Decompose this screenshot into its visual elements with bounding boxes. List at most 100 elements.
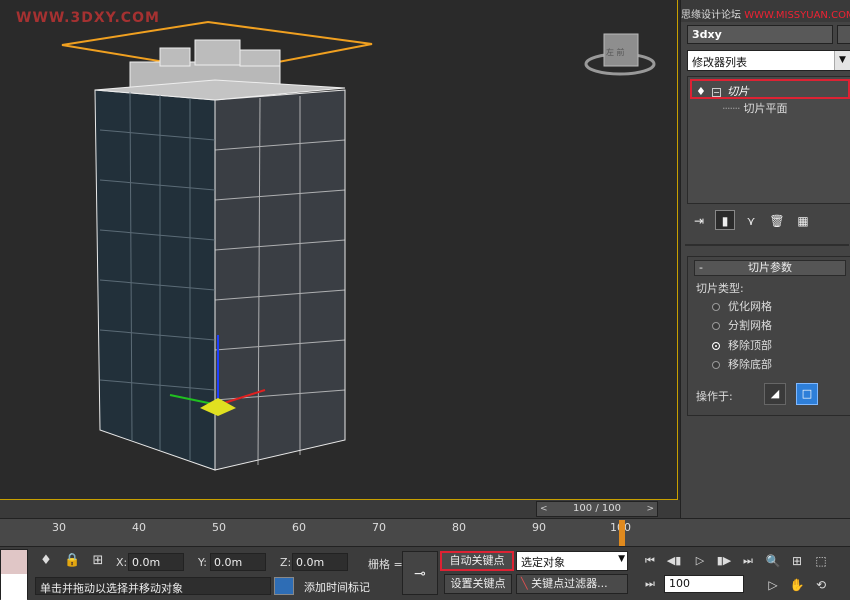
pin-stack-icon[interactable]: ⇥: [689, 211, 709, 231]
tree-line: ·······: [722, 102, 741, 115]
building-right-facade: [214, 89, 346, 471]
key-filters-button[interactable]: ╲ 关键点过滤器...: [516, 574, 628, 594]
play-icon[interactable]: ▷: [690, 551, 710, 571]
time-cursor[interactable]: [619, 520, 625, 546]
radio-dot-selected: [712, 342, 720, 350]
rollout-header[interactable]: - 切片参数: [694, 260, 846, 276]
chevron-down-icon: ▼: [618, 554, 625, 564]
grid-label: 栅格 =: [368, 558, 403, 571]
modifier-list-label: 修改器列表: [692, 56, 747, 69]
slice-type-label: 切片类型:: [696, 282, 744, 295]
key-selection-dropdown[interactable]: 选定对象 ▼: [516, 551, 628, 571]
stack-subitem-slice-plane[interactable]: ······· 切片平面: [722, 100, 787, 116]
chevron-down-icon: ▼: [834, 51, 850, 70]
track-bar[interactable]: 30 40 50 60 70 80 90 100: [0, 518, 850, 546]
time-slider-label: 100 / 100: [573, 503, 621, 514]
prev-frame-arrow[interactable]: <: [540, 502, 548, 516]
watermark-part1: 思缘设计论坛: [681, 10, 741, 21]
tick-label: 40: [132, 521, 146, 534]
key-filter-icon: ╲: [521, 577, 528, 590]
radio-dot: [712, 361, 720, 369]
configure-modifier-sets-icon[interactable]: ▦: [793, 211, 813, 231]
roof-block: [159, 47, 191, 67]
tick-label: 80: [452, 521, 466, 534]
field-of-view-icon[interactable]: ▷: [764, 576, 782, 594]
auto-key-button[interactable]: 自动关键点: [440, 551, 514, 571]
goto-end-icon[interactable]: ⏭: [738, 551, 758, 571]
operate-on-label: 操作于:: [696, 390, 733, 403]
panel-tabs[interactable]: 思缘设计论坛 WWW.MISSYUAN.COM: [681, 0, 850, 22]
listener-output[interactable]: [1, 574, 27, 600]
zoom-all-icon[interactable]: ⊞: [788, 552, 806, 570]
modifier-list-dropdown[interactable]: 修改器列表 ▼: [687, 50, 850, 71]
operate-on-face-button[interactable]: ◢: [764, 383, 786, 405]
show-end-result-icon[interactable]: ▮: [715, 210, 735, 230]
make-unique-icon[interactable]: ⋎: [741, 211, 761, 231]
panel-divider: [685, 244, 849, 246]
stack-item-label: 切片: [727, 85, 749, 98]
orbit-icon[interactable]: ⟲: [812, 576, 830, 594]
time-slider-track: < 100 / 100 >: [0, 500, 680, 518]
perspective-viewport[interactable]: WWW.3DXY.COM 左 前: [0, 0, 678, 500]
tick-label: 50: [212, 521, 226, 534]
radio-remove-bottom[interactable]: 移除底部: [712, 356, 772, 372]
key-selection-value: 选定对象: [521, 556, 565, 569]
radio-dot: [712, 303, 720, 311]
isolate-selection-icon[interactable]: ♦: [38, 553, 54, 569]
key-mode-icon[interactable]: ⏭: [640, 574, 660, 594]
radio-remove-top[interactable]: 移除顶部: [712, 337, 772, 353]
key-icon[interactable]: ⊸: [402, 551, 438, 595]
goto-start-icon[interactable]: ⏮: [640, 551, 660, 571]
viewcube-icon: 左 前: [584, 33, 656, 76]
stack-subitem-label: 切片平面: [743, 102, 788, 115]
prompt-line: 单击并拖动以选择并移动对象: [35, 577, 271, 595]
maxscript-mini-listener[interactable]: [0, 549, 28, 600]
object-color-swatch[interactable]: [837, 25, 850, 44]
z-coord-field[interactable]: 0.0m: [292, 553, 348, 571]
command-panel: 思缘设计论坛 WWW.MISSYUAN.COM 3dxy 修改器列表 ▼ ♦ − 切…: [680, 0, 850, 518]
viewcube-label: 左 前: [606, 47, 625, 57]
status-bar: ♦ 🔒 ⊞ X: 0.0m Y: 0.0m Z: 0.0m 栅格 = 单击并拖动…: [0, 546, 850, 600]
prev-key-icon[interactable]: ◀▮: [664, 551, 684, 571]
radio-label: 分割网格: [728, 319, 772, 332]
pan-icon[interactable]: ✋: [788, 576, 806, 594]
tick-label: 90: [532, 521, 546, 534]
next-frame-arrow[interactable]: >: [646, 502, 654, 516]
lightbulb-icon[interactable]: ♦: [696, 85, 706, 98]
radio-label: 移除顶部: [728, 339, 772, 352]
current-frame-field[interactable]: 100: [664, 575, 744, 593]
stack-toolbar: ⇥ ▮ ⋎ 🗑 ▦: [689, 210, 849, 232]
radio-refine-mesh[interactable]: 优化网格: [712, 298, 772, 314]
triangle-icon: ◢: [770, 387, 780, 400]
roof-block: [194, 39, 241, 66]
collapse-icon[interactable]: −: [712, 88, 721, 97]
absolute-mode-icon[interactable]: ⊞: [90, 553, 106, 569]
lock-icon[interactable]: 🔒: [64, 553, 80, 569]
next-key-icon[interactable]: ▮▶: [714, 551, 734, 571]
object-name-field[interactable]: 3dxy: [687, 25, 833, 44]
square-icon: □: [801, 387, 813, 400]
x-label: X:: [116, 556, 128, 569]
rollout-title: 切片参数: [748, 261, 792, 274]
remove-modifier-icon[interactable]: 🗑: [767, 211, 787, 231]
time-tag-icon[interactable]: [274, 577, 294, 595]
stack-item-slice[interactable]: ♦ − 切片: [690, 79, 850, 99]
time-slider[interactable]: < 100 / 100 >: [536, 501, 658, 517]
building-scene: 左 前: [61, 20, 656, 471]
radio-split-mesh[interactable]: 分割网格: [712, 317, 772, 333]
zoom-extents-icon[interactable]: ⬚: [812, 552, 830, 570]
tick-label: 70: [372, 521, 386, 534]
modifier-stack[interactable]: ♦ − 切片 ······· 切片平面: [687, 76, 850, 204]
add-time-tag[interactable]: 添加时间标记: [298, 577, 398, 595]
zoom-icon[interactable]: 🔍: [764, 552, 782, 570]
slice-parameters-rollout: - 切片参数 切片类型: 优化网格 分割网格 移除顶部 移除底部 操作于: ◢ …: [687, 256, 850, 416]
set-key-button[interactable]: 设置关键点: [444, 574, 512, 594]
radio-label: 优化网格: [728, 300, 772, 313]
y-label: Y:: [198, 556, 207, 569]
tick-label: 60: [292, 521, 306, 534]
roof-block: [239, 49, 281, 67]
x-coord-field[interactable]: 0.0m: [128, 553, 184, 571]
y-coord-field[interactable]: 0.0m: [210, 553, 266, 571]
operate-on-polygon-button[interactable]: □: [796, 383, 818, 405]
z-label: Z:: [280, 556, 292, 569]
